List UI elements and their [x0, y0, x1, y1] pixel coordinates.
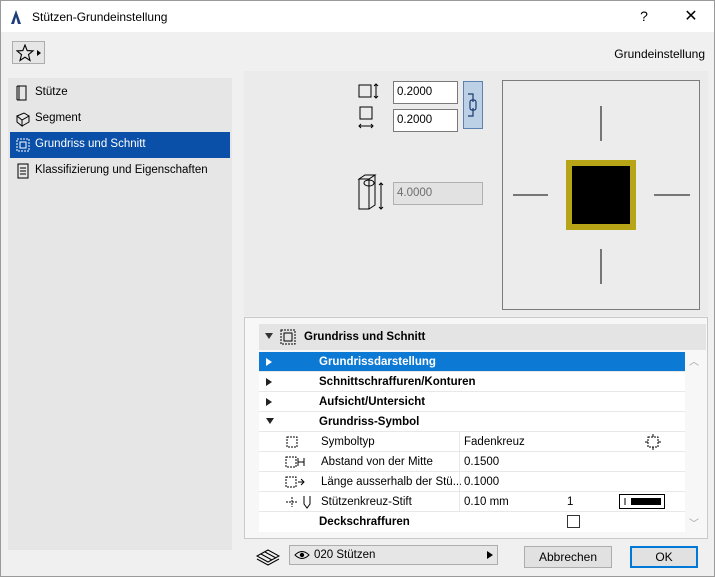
pen-sample-swatch[interactable]	[619, 494, 665, 509]
deckschraffuren-checkbox[interactable]	[567, 515, 580, 528]
param-value: 0.10 mm	[464, 496, 509, 508]
group-row-schnittschraffuren[interactable]: Schnittschraffuren/Konturen	[259, 372, 685, 392]
dialog-window: Stützen-Grundeinstellung ? ✕ Grundeinste…	[0, 0, 715, 577]
scroll-down-icon[interactable]: ﹀	[689, 515, 699, 530]
width-field[interactable]: 0.2000	[393, 81, 458, 104]
param-value[interactable]: 0.1500	[464, 456, 499, 468]
sidebar-item-klassifizierung[interactable]: Klassifizierung und Eigenschaften	[10, 158, 230, 184]
help-button[interactable]: ?	[621, 1, 667, 32]
expand-triangle-icon	[266, 378, 272, 386]
eye-icon	[294, 551, 310, 559]
sidebar-item-label: Klassifizierung und Eigenschaften	[35, 164, 208, 176]
param-label: Stützenkreuz-Stift	[321, 496, 412, 508]
param-label: Symboltyp	[321, 436, 375, 448]
param-row-laenge[interactable]: Länge ausserhalb der Stü... 0.1000	[259, 472, 685, 492]
group-label: Deckschraffuren	[319, 516, 410, 528]
expand-triangle-icon	[266, 358, 272, 366]
group-row-grundrissdarstellung[interactable]: Grundrissdarstellung	[259, 352, 685, 372]
floorplan-section-panel: Grundriss und Schnitt Grundrissdarstellu…	[244, 317, 708, 539]
dropdown-arrow-icon	[487, 551, 493, 559]
pen-number[interactable]: 1	[567, 496, 573, 508]
floorplan-section-icon	[280, 329, 296, 345]
group-row-deckschraffuren[interactable]: Deckschraffuren	[259, 512, 685, 532]
chain-link-icon	[468, 93, 477, 117]
param-row-stift[interactable]: Stützenkreuz-Stift 0.10 mm 1	[259, 492, 685, 512]
depth-field[interactable]: 0.2000	[393, 109, 458, 132]
layer-icon	[255, 549, 281, 566]
ok-button[interactable]: OK	[630, 546, 698, 568]
width-dimension-icon	[358, 83, 379, 99]
crosshair-symbol-icon	[645, 434, 661, 450]
depth-dimension-icon	[358, 106, 374, 129]
sidebar-item-label: Grundriss und Schnitt	[35, 138, 146, 150]
page-title: Grundeinstellung	[614, 47, 705, 61]
classification-icon	[17, 163, 29, 179]
sidebar: Stütze Segment Grundriss und Schnitt Kla…	[8, 78, 232, 550]
column-divider	[459, 432, 460, 452]
column-divider	[459, 452, 460, 472]
group-row-grundriss-symbol[interactable]: Grundriss-Symbol	[259, 412, 685, 432]
length-icon	[285, 476, 305, 488]
param-row-symboltyp[interactable]: Symboltyp Fadenkreuz	[259, 432, 685, 452]
group-label: Aufsicht/Untersicht	[319, 396, 426, 408]
param-label: Abstand von der Mitte	[321, 456, 433, 468]
panel-title: Grundriss und Schnitt	[304, 331, 426, 343]
close-button[interactable]: ✕	[668, 1, 714, 32]
sidebar-item-label: Segment	[35, 112, 82, 124]
collapse-triangle-icon	[265, 333, 273, 339]
floorplan-section-icon	[16, 138, 30, 152]
height-field: 4.0000	[393, 182, 483, 205]
cancel-button[interactable]: Abbrechen	[524, 546, 612, 568]
column-preview-drawing	[513, 106, 690, 284]
star-icon	[16, 44, 41, 62]
sidebar-item-grundriss-und-schnitt[interactable]: Grundriss und Schnitt	[10, 132, 230, 158]
scroll-up-icon[interactable]: ︿	[689, 353, 699, 368]
column-divider	[459, 472, 460, 492]
column-divider	[459, 492, 460, 512]
group-label: Grundriss-Symbol	[319, 416, 420, 428]
window-title: Stützen-Grundeinstellung	[32, 10, 168, 24]
expand-triangle-icon	[266, 398, 272, 406]
column-preview	[502, 80, 700, 310]
group-row-aufsicht-untersicht[interactable]: Aufsicht/Untersicht	[259, 392, 685, 412]
column-icon	[16, 85, 27, 101]
group-label: Schnittschraffuren/Konturen	[319, 376, 476, 388]
param-label: Länge ausserhalb der Stü...	[321, 476, 461, 488]
link-dimensions-button[interactable]	[463, 81, 483, 129]
segment-icon	[16, 112, 30, 127]
layer-name: 020 Stützen	[314, 549, 376, 561]
collapse-triangle-icon	[266, 418, 274, 424]
group-label: Grundrissdarstellung	[319, 356, 436, 368]
sidebar-item-label: Stütze	[35, 86, 68, 98]
favorites-button[interactable]	[12, 41, 45, 64]
param-value[interactable]: 0.1000	[464, 476, 499, 488]
layer-select[interactable]: 020 Stützen	[289, 545, 498, 565]
distance-icon	[285, 456, 305, 468]
height-dimension-icon	[357, 174, 384, 210]
param-value: Fadenkreuz	[464, 436, 525, 448]
param-row-abstand[interactable]: Abstand von der Mitte 0.1500	[259, 452, 685, 472]
sidebar-item-segment[interactable]: Segment	[10, 106, 230, 132]
title-bar: Stützen-Grundeinstellung ? ✕	[1, 1, 714, 32]
archicad-app-icon	[11, 10, 21, 24]
scrollbar[interactable]: ︿ ﹀	[686, 351, 702, 531]
panel-header[interactable]: Grundriss und Schnitt	[259, 324, 706, 350]
symbol-type-icon	[286, 436, 298, 448]
pen-icon	[286, 496, 311, 509]
sidebar-item-stuetze[interactable]: Stütze	[10, 80, 230, 106]
